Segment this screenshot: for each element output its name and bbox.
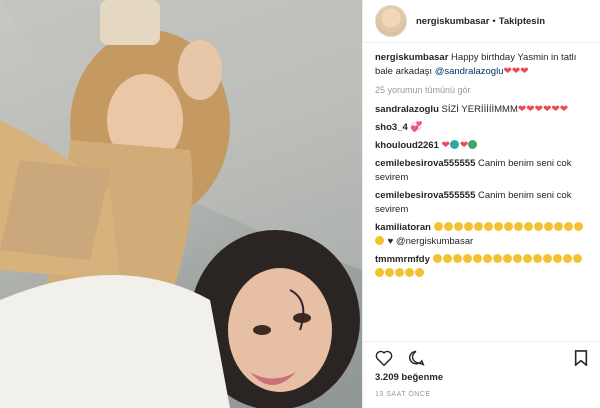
comment-mention[interactable]: @nergiskumbasar — [396, 236, 473, 247]
heart-emoji-icon: 💞 — [410, 122, 423, 133]
comment-text: SİZİ YERİİİİİMMM — [441, 104, 518, 115]
heart-emoji-icon: ❤ — [441, 140, 450, 151]
action-bar — [375, 350, 425, 366]
post-header: nergiskumbasar • Takiptesin — [363, 0, 600, 43]
follow-status[interactable]: Takiptesin — [499, 16, 545, 27]
like-count[interactable]: 3.209 beğenme — [375, 372, 443, 383]
bookmark-icon[interactable] — [574, 350, 588, 366]
caption: nergiskumbasar Happy birthday Yasmin in … — [375, 51, 590, 79]
globe-emoji-icon — [468, 140, 478, 149]
comment-list: nergiskumbasar Happy birthday Yasmin in … — [363, 43, 600, 281]
comment-username[interactable]: khouloud2261 — [375, 140, 439, 151]
photo-illustration — [0, 0, 362, 408]
globe-emoji-icon — [449, 140, 459, 149]
comment-item: kamiliatoran ♥ @nergiskumbasar — [375, 221, 590, 249]
comment-username[interactable]: cemilebesirova555555 — [375, 190, 475, 201]
comment-item: tmmmrmfdy — [375, 253, 590, 281]
header-text: nergiskumbasar • Takiptesin — [416, 15, 546, 27]
username-link[interactable]: nergiskumbasar — [416, 16, 489, 27]
heart-emoji-icon: ❤❤❤ — [503, 66, 529, 77]
post-photo[interactable] — [0, 0, 362, 408]
heart-icon[interactable] — [375, 350, 393, 366]
caption-mention[interactable]: @sandralazoglu — [435, 66, 504, 77]
comment-item: khouloud2261 ❤ ❤ — [375, 139, 590, 153]
comment-username[interactable]: tmmmrmfdy — [375, 254, 430, 265]
comment-username[interactable]: kamiliatoran — [375, 222, 431, 233]
comment-item: cemilebesirova555555 Canim benim seni co… — [375, 189, 590, 217]
post-side-panel: nergiskumbasar • Takiptesin nergiskumbasar… — [362, 0, 600, 408]
divider — [363, 341, 600, 342]
heart-emoji-icon: ❤ — [459, 140, 469, 151]
comment-username[interactable]: cemilebesirova555555 — [375, 158, 475, 169]
caption-username[interactable]: nergiskumbasar — [375, 52, 448, 63]
avatar[interactable] — [375, 5, 407, 37]
comment-item: sandralazoglu SİZİ YERİİİİİMMM❤❤❤❤❤❤ — [375, 103, 590, 117]
comment-username[interactable]: sandralazoglu — [375, 104, 439, 115]
view-all-comments[interactable]: 25 yorumun tümünü gör — [375, 83, 590, 97]
comment-item: cemilebesirova555555 Canim benim seni co… — [375, 157, 590, 185]
comment-username[interactable]: sho3_4 — [375, 122, 408, 133]
heart-emoji-icon: ❤❤❤❤❤❤ — [517, 104, 569, 115]
comment-icon[interactable] — [407, 350, 425, 366]
post-time[interactable]: 13 SAAT ÖNCE — [375, 391, 431, 398]
comment-item: sho3_4 💞 — [375, 121, 590, 135]
